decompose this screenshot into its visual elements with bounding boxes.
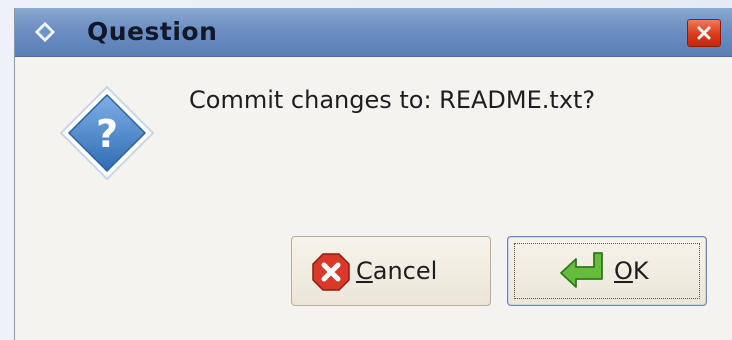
question-dialog: Question ? Commit changes to: README.txt… bbox=[14, 8, 732, 340]
close-button[interactable] bbox=[687, 19, 721, 47]
focus-indicator bbox=[514, 243, 700, 299]
svg-text:?: ? bbox=[96, 112, 118, 156]
dialog-message: Commit changes to: README.txt? bbox=[189, 86, 596, 114]
ok-button-label: OK bbox=[614, 257, 649, 285]
dialog-title: Question bbox=[87, 17, 218, 46]
ok-button[interactable]: OK bbox=[507, 236, 707, 306]
titlebar[interactable]: Question bbox=[15, 8, 732, 57]
cancel-button[interactable]: Cancel bbox=[291, 236, 491, 306]
question-diamond-icon: ? bbox=[57, 83, 157, 183]
green-enter-arrow-icon bbox=[558, 251, 606, 295]
cancel-button-label: Cancel bbox=[356, 257, 438, 285]
cancel-x-icon bbox=[312, 253, 350, 295]
close-icon bbox=[697, 26, 711, 40]
question-diamond-icon bbox=[34, 21, 56, 43]
